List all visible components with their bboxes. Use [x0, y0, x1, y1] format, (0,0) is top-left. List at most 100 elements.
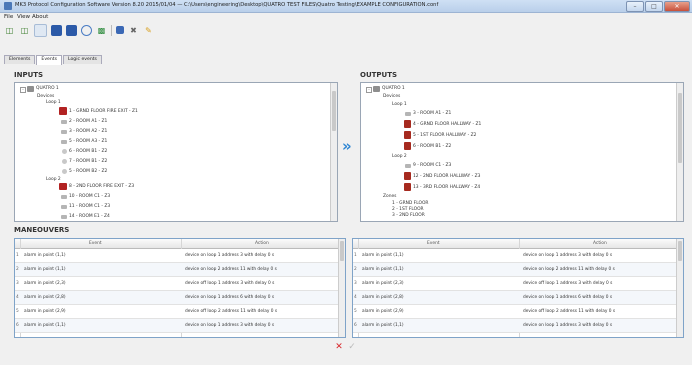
tree-item[interactable]: 4 - GRND FLOOR HALLWAY - Z1 [413, 122, 481, 127]
tree-devices[interactable]: Devices [37, 94, 54, 99]
outputs-tree[interactable]: - QUATRO 1 Devices Loop 1 3 - ROOM A1 - … [360, 82, 684, 222]
maximize-button[interactable]: □ [645, 1, 663, 12]
transfer-arrow-icon[interactable]: » [342, 137, 352, 155]
menu-file[interactable]: File [4, 14, 13, 20]
expand-toggle[interactable]: - [366, 87, 372, 93]
menu-view[interactable]: View [17, 14, 30, 20]
tree-loop-2[interactable]: Loop 2 [46, 177, 61, 182]
tree-root[interactable]: QUATRO 1 [382, 86, 405, 91]
maneouvers-table-left[interactable]: Event Action 1 alarm in point (1,1) device… [14, 238, 346, 338]
table-row[interactable]: 5 alarm in point (2,9) device off loop 2 a… [15, 305, 345, 319]
table-row[interactable]: 4 alarm in point (2,8) device on loop 1 ad… [15, 291, 345, 305]
open-file-icon[interactable]: ◫ [4, 25, 15, 36]
confirm-icon[interactable]: ✓ [347, 342, 357, 352]
panel-icon [27, 86, 34, 92]
detector-icon [61, 195, 67, 199]
table-row[interactable]: 4 alarm in point (2,8) device on loop 1 ad… [353, 291, 683, 305]
tree-item[interactable]: 3 - ROOM A1 - Z1 [413, 111, 451, 116]
outputs-label: OUTPUTS [360, 71, 398, 79]
connect-icon[interactable] [81, 24, 92, 36]
detector-icon [61, 205, 67, 209]
table-header: Event Action [353, 239, 683, 249]
save-icon[interactable] [51, 24, 62, 36]
chart-icon[interactable]: ▩ [96, 25, 107, 36]
table-row[interactable]: 2 alarm in point (1,1) device on loop 2 ad… [353, 263, 683, 277]
table-row[interactable]: 1 alarm in point (1,1) device on loop 1 ad… [15, 249, 345, 263]
column-header-event[interactable]: Event [427, 241, 440, 246]
tree-item[interactable]: 5 - 1ST FLOOR HALLWAY - Z2 [413, 133, 476, 138]
main-tabs: Elements Events Logic events [4, 55, 103, 65]
tree-item[interactable]: 2 - 1ST FLOOR [392, 207, 424, 212]
sounder-icon [404, 183, 411, 191]
detector-icon [61, 130, 67, 134]
cpu-icon[interactable] [116, 26, 124, 34]
tree-loop-1[interactable]: Loop 1 [392, 102, 407, 107]
tree-item[interactable]: 3 - 2ND FLOOR [392, 213, 425, 218]
column-header-action[interactable]: Action [255, 241, 269, 246]
column-header-action[interactable]: Action [593, 241, 607, 246]
tab-logic-events[interactable]: Logic events [62, 55, 102, 64]
expand-toggle[interactable]: - [20, 87, 26, 93]
tree-item[interactable]: 6 - ROOM B1 - Z2 [69, 149, 107, 154]
tree-item[interactable]: 13 - 3RD FLOOR HALLWAY - Z4 [413, 185, 480, 190]
scroll-thumb[interactable] [340, 241, 344, 261]
save-as-icon[interactable] [66, 24, 77, 36]
detector-icon [61, 120, 67, 124]
detector-icon [61, 140, 67, 144]
tree-loop-2[interactable]: Loop 2 [392, 154, 407, 159]
sounder-icon [404, 142, 411, 150]
table-row[interactable]: 3 alarm in point (2,3) device off loop 1 a… [353, 277, 683, 291]
tab-events[interactable]: Events [36, 55, 62, 65]
tree-root[interactable]: QUATRO 1 [36, 86, 59, 91]
detector-icon [61, 215, 67, 219]
tree-item[interactable]: 3 - ROOM A2 - Z1 [69, 129, 107, 134]
outputs-scrollbar[interactable] [676, 83, 683, 221]
tree-item[interactable]: 8 - 2ND FLOOR FIRE EXIT - Z3 [69, 184, 134, 189]
table-row[interactable]: 3 alarm in point (2,3) device off loop 1 a… [15, 277, 345, 291]
table-scrollbar[interactable] [338, 239, 345, 337]
tab-elements[interactable]: Elements [4, 55, 36, 64]
new-file-icon[interactable] [34, 23, 47, 37]
table-row[interactable]: 6 alarm in point (1,1) device on loop 1 ad… [15, 319, 345, 333]
tree-item[interactable]: 14 - ROOM E1 - Z4 [69, 214, 110, 219]
tree-item[interactable]: 11 - ROOM C1 - Z3 [69, 204, 110, 209]
device-icon [405, 112, 411, 116]
inputs-scrollbar[interactable] [330, 83, 337, 221]
detector-icon [62, 159, 67, 164]
table-scrollbar[interactable] [676, 239, 683, 337]
tree-devices[interactable]: Devices [383, 94, 400, 99]
column-header-event[interactable]: Event [89, 241, 102, 246]
menu-bar: File View About [0, 13, 692, 22]
tree-zones[interactable]: Zones [383, 194, 396, 199]
scroll-thumb[interactable] [332, 91, 336, 131]
tree-item[interactable]: 12 - 2ND FLOOR HALLWAY - Z3 [413, 174, 480, 179]
minimize-button[interactable]: – [626, 1, 644, 12]
save-all-icon[interactable]: ◫ [19, 25, 30, 36]
maneouvers-table-right[interactable]: Event Action 1 alarm in point (1,1) device… [352, 238, 684, 338]
tree-item[interactable]: 1 - GRND FLOOR [392, 201, 428, 206]
scroll-thumb[interactable] [678, 241, 682, 261]
table-row[interactable]: 5 alarm in point (2,9) device off loop 2 a… [353, 305, 683, 319]
config-icon[interactable]: ✖ [128, 25, 139, 36]
menu-about[interactable]: About [32, 14, 48, 20]
close-button[interactable]: ✕ [664, 1, 690, 12]
inputs-tree[interactable]: - QUATRO 1 Devices Loop 1 1 - GRND FLOOR… [14, 82, 338, 222]
tree-item[interactable]: 7 - ROOM B1 - Z2 [69, 159, 107, 164]
tree-item[interactable]: 5 - ROOM B2 - Z2 [69, 169, 107, 174]
tree-item[interactable]: 2 - ROOM A1 - Z1 [69, 119, 107, 124]
table-row[interactable]: 1 alarm in point (1,1) device on loop 1 ad… [353, 249, 683, 263]
table-row[interactable]: 2 alarm in point (1,1) device on loop 2 ad… [15, 263, 345, 277]
table-row[interactable]: 6 alarm in point (1,1) device on loop 1 ad… [353, 319, 683, 333]
sounder-icon [404, 172, 411, 180]
delete-icon[interactable]: ✕ [334, 342, 344, 352]
tree-item[interactable]: 9 - ROOM C1 - Z3 [413, 163, 451, 168]
tools-icon[interactable]: ✎ [143, 25, 154, 36]
panel-icon [373, 86, 380, 92]
tree-loop-1[interactable]: Loop 1 [46, 100, 61, 105]
tree-item[interactable]: 6 - ROOM B1 - Z2 [413, 144, 451, 149]
tree-item[interactable]: 5 - ROOM A3 - Z1 [69, 139, 107, 144]
scroll-thumb[interactable] [678, 93, 682, 163]
detector-icon [62, 169, 67, 174]
tree-item[interactable]: 1 - GRND FLOOR FIRE EXIT - Z1 [69, 109, 138, 114]
tree-item[interactable]: 10 - ROOM C1 - Z3 [69, 194, 110, 199]
